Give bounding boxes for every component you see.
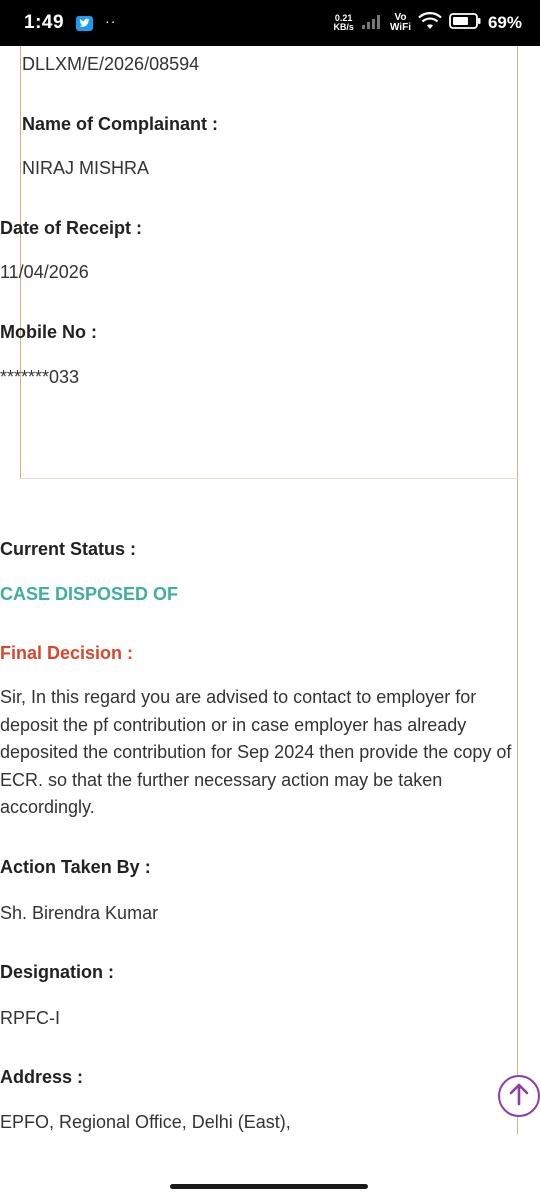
mobile-label: Mobile No :: [0, 322, 97, 342]
receipt-date-label: Date of Receipt :: [0, 218, 143, 238]
mobile-value: *******033: [0, 367, 80, 387]
network-speed: 0.21 KB/s: [333, 14, 354, 32]
status-bar-left: 1:49 ··: [24, 12, 116, 34]
scroll-to-top-button[interactable]: [498, 1075, 540, 1117]
status-bar-right: 0.21 KB/s Vo WiFi 69%: [333, 11, 522, 35]
twitter-icon: [76, 15, 94, 31]
complainant-label: Name of Complainant :: [22, 114, 219, 134]
notification-dots: ··: [105, 13, 117, 29]
status-bar: 1:49 ·· 0.21 KB/s Vo WiFi 69%: [0, 0, 540, 46]
vowifi-indicator: Vo WiFi: [390, 13, 411, 33]
action-taken-label: Action Taken By :: [0, 857, 151, 877]
registration-number: DLLXM/E/2026/08594: [22, 54, 200, 74]
vowifi-bottom: WiFi: [389, 22, 411, 33]
complainant-value: NIRAJ MISHRA: [22, 158, 150, 178]
battery-icon: [449, 12, 481, 34]
current-status-value: CASE DISPOSED OF: [0, 584, 179, 604]
receipt-date-value: 11/04/2026: [0, 262, 89, 282]
designation-label: Designation :: [0, 962, 115, 982]
network-speed-unit: KB/s: [333, 22, 354, 32]
arrow-up-icon: [508, 1082, 530, 1111]
complaint-status-page: DLLXM/E/2026/08594 Name of Complainant :…: [0, 46, 540, 1134]
wifi-icon: [418, 11, 442, 35]
address-value: EPFO, Regional Office, Delhi (East),: [0, 1112, 291, 1132]
table-border-right: [517, 46, 518, 1134]
signal-icon: [361, 13, 383, 34]
navigation-area: [0, 1134, 540, 1200]
table-border-bottom: [20, 478, 518, 479]
clock: 1:49: [24, 12, 65, 33]
address-label: Address :: [0, 1067, 84, 1087]
battery-percent: 69%: [487, 13, 522, 32]
designation-value: RPFC-I: [0, 1008, 60, 1028]
current-status-label: Current Status :: [0, 539, 137, 559]
final-decision-label: Final Decision :: [0, 643, 134, 663]
gesture-handle[interactable]: [170, 1184, 368, 1189]
final-decision-text: Sir, In this regard you are advised to c…: [0, 687, 512, 817]
action-taken-value: Sh. Birendra Kumar: [0, 903, 159, 923]
